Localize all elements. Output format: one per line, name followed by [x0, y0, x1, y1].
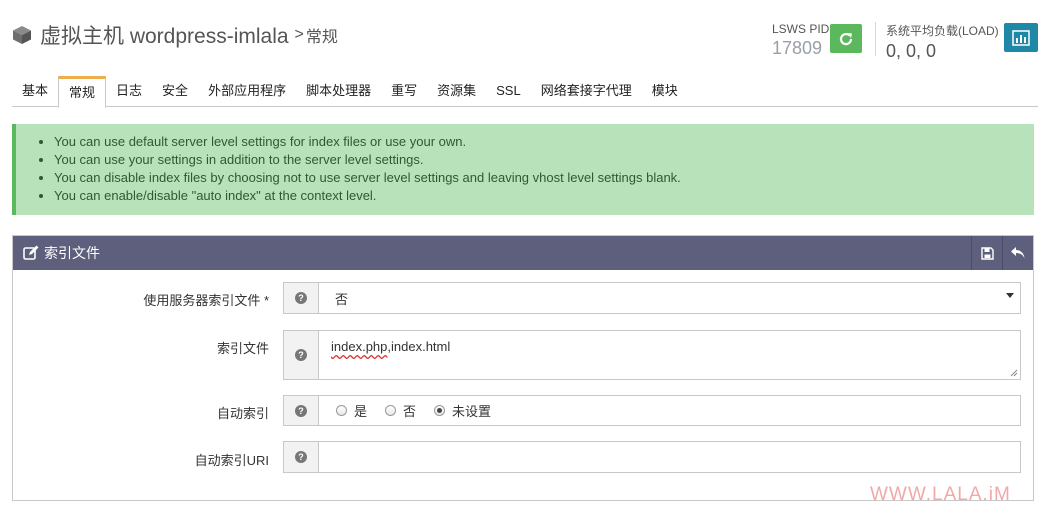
help-button[interactable]: ?: [283, 282, 318, 314]
auto-index-radios: 是 否 未设置: [318, 395, 1021, 426]
lsws-pid: LSWS PID 17809: [772, 22, 829, 59]
back-button[interactable]: [1002, 236, 1033, 270]
radio-no[interactable]: 否: [385, 401, 416, 420]
panel-header: 索引文件: [13, 236, 1033, 270]
radio-circle-icon: [336, 405, 347, 416]
radio-yes[interactable]: 是: [336, 401, 367, 420]
load-label: 系统平均负载(LOAD): [886, 24, 999, 38]
tab-bar: 基本 常规 日志 安全 外部应用程序 脚本处理器 重写 资源集 SSL 网络套接…: [12, 76, 1038, 108]
tab-context[interactable]: 资源集: [427, 76, 486, 107]
field-label: 使用服务器索引文件 *: [143, 293, 269, 308]
system-load: 系统平均负载(LOAD) 0, 0, 0: [886, 22, 999, 62]
tab-log[interactable]: 日志: [106, 76, 152, 107]
undo-icon: [1011, 247, 1025, 259]
pid-label: LSWS PID: [772, 22, 830, 36]
index-files-value-part1: index.php: [331, 339, 388, 354]
alert-item: You can use default server level setting…: [54, 133, 1034, 151]
alert-item: You can disable index files by choosing …: [54, 169, 1034, 187]
question-icon: ?: [295, 349, 307, 361]
radio-circle-icon: [385, 405, 397, 416]
help-button[interactable]: ?: [283, 441, 318, 473]
field-use-server-index: 使用服务器索引文件 * ? 否: [13, 282, 1033, 314]
field-label: 自动索引URI: [194, 453, 269, 468]
page-title: 虚拟主机 wordpress-imlala: [40, 25, 289, 48]
edit-icon: [23, 245, 39, 260]
index-files-panel: 索引文件 使用服务器索引文件 * ? 否 索引文件 ? index.php,in…: [12, 235, 1034, 501]
tab-external-app[interactable]: 外部应用程序: [198, 76, 296, 107]
question-icon: ?: [295, 451, 307, 463]
save-icon: [980, 246, 994, 260]
field-label: 自动索引: [216, 406, 269, 421]
restart-button[interactable]: [830, 24, 862, 53]
radio-label: 是: [354, 404, 368, 419]
field-auto-index-uri: 自动索引URI ?: [13, 441, 1033, 473]
page-subtitle: 常规: [305, 29, 338, 46]
help-button[interactable]: ?: [283, 395, 318, 426]
tab-rewrite[interactable]: 重写: [381, 76, 427, 107]
field-label: 索引文件: [216, 341, 269, 356]
use-server-index-select[interactable]: 否: [318, 282, 1021, 314]
load-chart-button[interactable]: [1004, 23, 1038, 52]
page-header: 虚拟主机 wordpress-imlala > 常规: [12, 20, 338, 50]
panel-title: 索引文件: [44, 245, 100, 261]
field-auto-index: 自动索引 ? 是 否 未设置: [13, 395, 1033, 426]
watermark: WWW.LALA.iM: [870, 484, 1011, 505]
radio-label: 未设置: [452, 404, 492, 419]
refresh-icon: [839, 32, 853, 45]
alert-item: You can use your settings in addition to…: [54, 151, 1034, 169]
dropdown-arrow-icon: [1006, 293, 1014, 298]
load-value: 0, 0, 0: [886, 41, 937, 61]
select-value: 否: [335, 291, 349, 307]
auto-index-uri-input[interactable]: [318, 441, 1021, 473]
header-divider: [875, 22, 876, 56]
field-index-files: 索引文件 ? index.php,index.html: [13, 330, 1033, 380]
tab-security[interactable]: 安全: [152, 76, 198, 107]
help-button[interactable]: ?: [283, 330, 318, 380]
resize-handle-icon[interactable]: [1010, 369, 1018, 377]
radio-label: 否: [403, 404, 417, 419]
breadcrumb-separator: >: [294, 26, 304, 43]
radio-unset[interactable]: 未设置: [434, 401, 491, 420]
tab-websocket-proxy[interactable]: 网络套接字代理: [531, 76, 642, 107]
tab-basic[interactable]: 基本: [12, 76, 58, 107]
question-icon: ?: [295, 292, 307, 304]
alert-item: You can enable/disable "auto index" at t…: [54, 187, 1034, 205]
index-files-textarea[interactable]: index.php,index.html: [318, 330, 1021, 380]
tab-general[interactable]: 常规: [58, 76, 107, 108]
tab-script-handler[interactable]: 脚本处理器: [296, 76, 381, 107]
info-alert: You can use default server level setting…: [12, 124, 1034, 215]
bar-chart-icon: [1012, 29, 1030, 46]
save-button[interactable]: [971, 236, 1002, 270]
tab-modules[interactable]: 模块: [642, 76, 688, 107]
tab-ssl[interactable]: SSL: [486, 76, 531, 107]
radio-checked-icon: [434, 405, 446, 416]
index-files-value-part2: ,index.html: [387, 339, 451, 354]
pid-value: 17809: [772, 38, 823, 58]
cube-icon: [13, 26, 31, 44]
question-icon: ?: [295, 404, 307, 417]
